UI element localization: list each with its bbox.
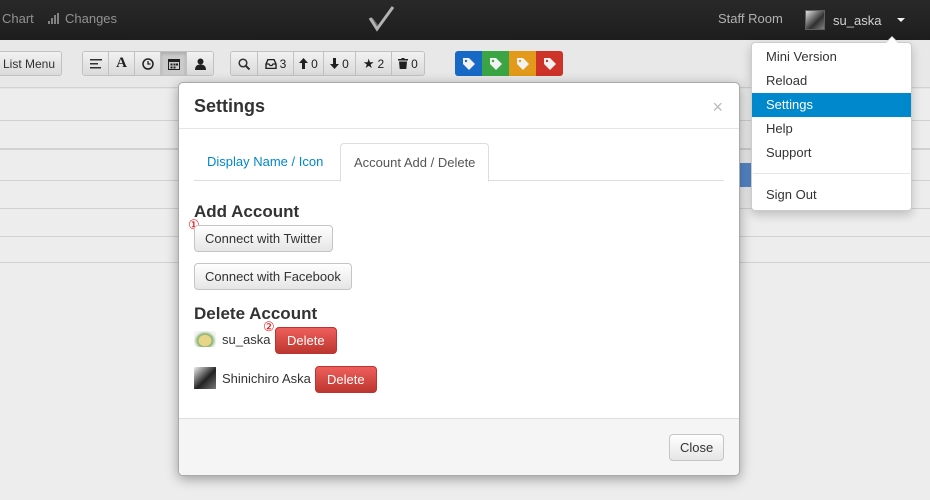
- delete-account-heading: Delete Account: [194, 304, 318, 323]
- tab-label: Display Name / Icon: [207, 154, 324, 169]
- menu-item-reload[interactable]: Reload: [752, 69, 911, 93]
- menu-item-support[interactable]: Support: [752, 141, 911, 165]
- menu-item-label: Settings: [766, 97, 813, 112]
- menu-item-label: Help: [766, 121, 793, 136]
- tab-display-name-icon[interactable]: Display Name / Icon: [194, 143, 336, 181]
- avatar: [194, 331, 216, 347]
- menu-item-mini-version[interactable]: Mini Version: [752, 45, 911, 69]
- delete-account-button[interactable]: Delete: [275, 327, 337, 354]
- modal-footer: Close: [179, 418, 739, 475]
- add-account-heading: Add Account: [194, 202, 300, 221]
- menu-item-help[interactable]: Help: [752, 117, 911, 141]
- close-label: Close: [680, 440, 714, 455]
- menu-item-settings[interactable]: Settings: [752, 93, 911, 117]
- menu-item-label: Mini Version: [766, 49, 837, 64]
- delete-label: Delete: [287, 333, 325, 348]
- tab-label: Account Add / Delete: [354, 155, 476, 170]
- user-dropdown-menu: Mini Version Reload Settings Help Suppor…: [751, 36, 912, 211]
- annotation-marker-2: ②: [263, 319, 275, 334]
- modal-title: Settings: [194, 96, 266, 116]
- settings-modal: Settings × Display Name / Icon Account A…: [178, 82, 740, 476]
- settings-tabs: Display Name / Icon Account Add / Delete: [194, 143, 724, 182]
- tab-account-add-delete[interactable]: Account Add / Delete: [340, 143, 490, 182]
- account-row: su_aska: [194, 331, 270, 347]
- connect-twitter-button[interactable]: Connect with Twitter: [194, 225, 333, 252]
- menu-item-label: Support: [766, 145, 812, 160]
- avatar: [194, 367, 216, 389]
- close-button[interactable]: Close: [669, 434, 725, 461]
- modal-header: Settings ×: [179, 83, 739, 129]
- menu-item-label: Sign Out: [766, 187, 817, 202]
- connect-facebook-label: Connect with Facebook: [205, 269, 341, 284]
- account-name: Shinichiro Aska: [222, 370, 311, 386]
- connect-twitter-label: Connect with Twitter: [205, 231, 322, 246]
- account-row: Shinichiro Aska: [194, 367, 311, 389]
- delete-account-button[interactable]: Delete: [315, 366, 377, 393]
- menu-divider: [753, 173, 910, 174]
- menu-item-label: Reload: [766, 73, 808, 88]
- connect-facebook-button[interactable]: Connect with Facebook: [194, 263, 352, 290]
- delete-label: Delete: [327, 372, 365, 387]
- close-icon[interactable]: ×: [712, 97, 723, 118]
- menu-item-sign-out[interactable]: Sign Out: [752, 183, 911, 207]
